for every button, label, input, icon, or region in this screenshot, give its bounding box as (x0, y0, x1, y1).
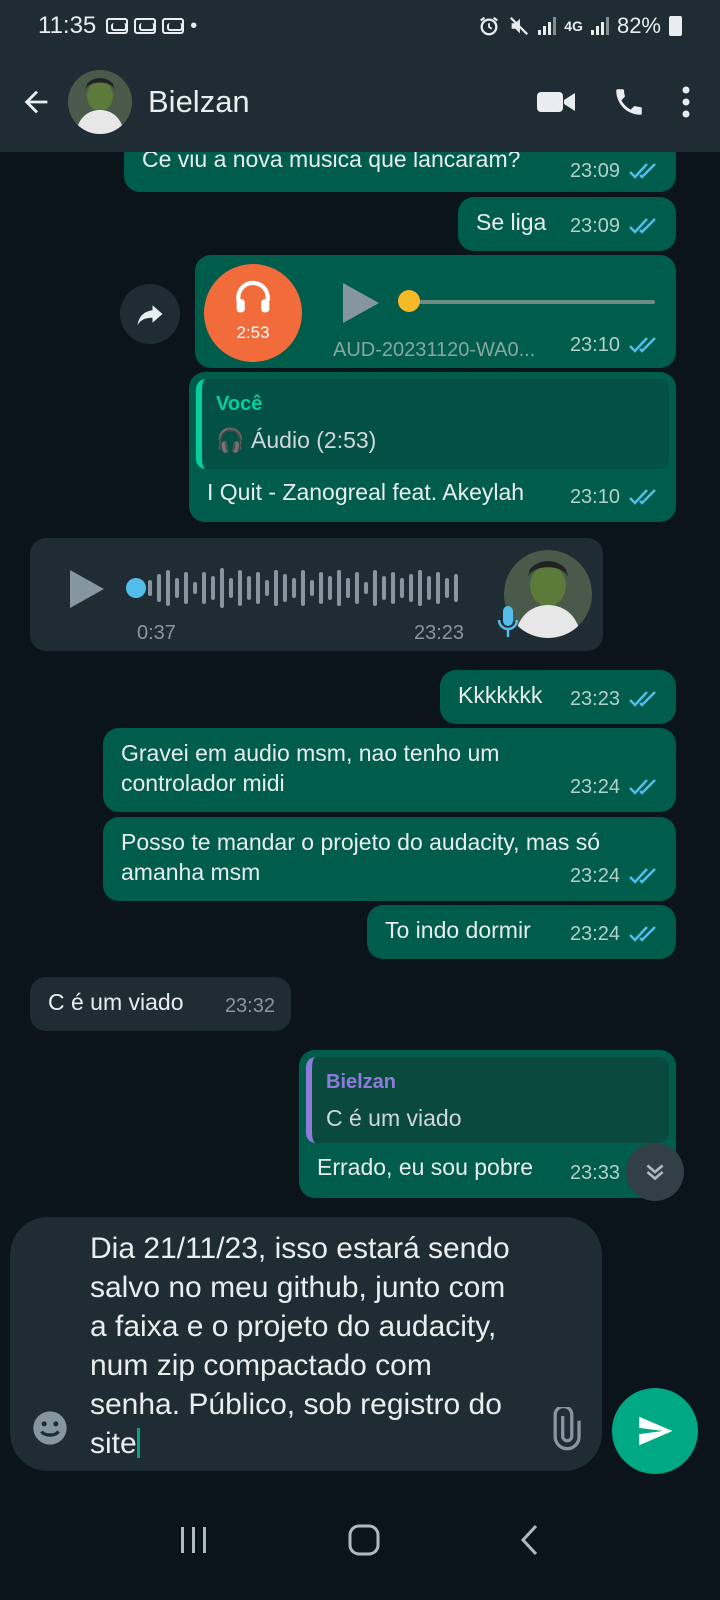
audio-duration: 2:53 (236, 323, 270, 342)
message-list[interactable]: Ce viu a nova musica que lancaram? 23:09… (0, 152, 720, 1222)
phone-icon[interactable] (612, 85, 646, 119)
message-outgoing[interactable]: Se liga 23:09 (458, 197, 676, 251)
double-check-icon (629, 163, 656, 179)
double-chevron-down-icon (646, 1164, 664, 1181)
message-time: 23:32 (224, 995, 275, 1017)
message-text: Gravei em audio msm, nao tenho um contro… (121, 740, 500, 796)
audio-filename: AUD-20231120-WA0... (333, 339, 536, 361)
home-icon[interactable] (347, 1523, 381, 1557)
quoted-message[interactable]: Bielzan C é um viado (306, 1057, 669, 1143)
audio-file-message[interactable]: 2:53 AUD-20231120-WA0... 23:10 (195, 255, 676, 368)
headphones-icon: 🎧 (216, 427, 245, 453)
mic-icon (497, 606, 519, 637)
message-outgoing[interactable]: Gravei em audio msm, nao tenho um contro… (103, 728, 676, 812)
message-composer[interactable]: Dia 21/11/23, isso estará sendo salvo no… (10, 1217, 602, 1471)
audio-progress-track[interactable] (405, 300, 655, 304)
message-time: 23:24 (569, 923, 620, 945)
audio-progress-knob[interactable] (398, 290, 420, 312)
scroll-to-bottom-button[interactable] (626, 1143, 684, 1201)
status-time: 11:35 (38, 12, 97, 39)
double-check-icon (629, 489, 656, 505)
message-time: 23:24 (569, 865, 620, 887)
message-time: 23:23 (569, 688, 620, 710)
double-check-icon (629, 337, 656, 353)
dot-icon: • (190, 14, 198, 37)
message-text: I Quit - Zanogreal feat. Akeylah (207, 479, 525, 505)
system-navigation-bar (0, 1480, 720, 1600)
status-bar: 11:35 • 4G 82% (0, 0, 720, 52)
message-time: 23:10 (569, 486, 620, 508)
message-outgoing[interactable]: Kkkkkkk 23:23 (440, 670, 676, 724)
message-time: 23:33 (569, 1162, 620, 1184)
quote-author: Você (216, 393, 263, 415)
headphones-icon (236, 280, 270, 313)
voice-progress-knob[interactable] (126, 578, 146, 598)
message-text: Ce viu a nova musica que lancaram? (142, 152, 521, 172)
message-outgoing[interactable]: To indo dormir 23:24 (367, 905, 676, 959)
recent-apps-icon[interactable] (178, 1525, 210, 1555)
message-outgoing[interactable]: Você 🎧 Áudio (2:53) I Quit - Zanogreal f… (189, 372, 676, 522)
voice-message-incoming[interactable]: 0:37 23:23 (30, 538, 603, 651)
quoted-message[interactable]: Você 🎧 Áudio (2:53) (196, 379, 669, 469)
message-text: Errado, eu sou pobre (317, 1154, 534, 1180)
battery-icon (669, 16, 682, 36)
double-check-icon (629, 218, 656, 234)
quote-text: C é um viado (326, 1105, 462, 1131)
message-incoming[interactable]: C é um viado 23:32 (30, 977, 291, 1031)
video-call-icon[interactable] (536, 87, 576, 117)
send-icon (639, 1416, 673, 1446)
quote-text: 🎧 Áudio (2:53) (216, 427, 377, 453)
message-text: Kkkkkkk (458, 682, 543, 708)
message-text: C é um viado (48, 989, 184, 1015)
message-time: 23:23 (414, 622, 465, 644)
mute-icon (510, 16, 529, 36)
attach-icon[interactable] (542, 1407, 586, 1451)
voicemail-icon (162, 18, 185, 34)
message-time: 23:09 (569, 160, 620, 182)
send-button[interactable] (612, 1388, 698, 1474)
quote-author: Bielzan (326, 1071, 397, 1093)
more-vert-icon[interactable] (682, 86, 690, 118)
message-input[interactable]: Dia 21/11/23, isso estará sendo salvo no… (90, 1229, 530, 1463)
message-text: Se liga (476, 209, 547, 235)
signal-icon (590, 17, 609, 35)
signal-icon (538, 17, 557, 35)
waveform[interactable] (146, 566, 468, 610)
double-check-icon (629, 868, 656, 884)
battery-level: 82% (616, 13, 661, 38)
contact-name[interactable]: Bielzan (148, 84, 250, 120)
chat-header: Bielzan (0, 52, 720, 152)
message-outgoing[interactable]: Ce viu a nova musica que lancaram? 23:09 (124, 152, 676, 192)
voicemail-icon (134, 18, 157, 34)
network-type: 4G (564, 18, 583, 34)
message-text: To indo dormir (385, 917, 531, 943)
message-time: 23:24 (569, 776, 620, 798)
message-time: 23:10 (569, 334, 620, 356)
double-check-icon (629, 926, 656, 942)
contact-avatar[interactable] (68, 70, 132, 134)
text-caret (136, 1428, 140, 1458)
forward-icon (137, 305, 163, 326)
back-nav-icon[interactable] (518, 1523, 542, 1557)
arrow-left-icon (24, 90, 48, 114)
message-time: 23:09 (569, 215, 620, 237)
double-check-icon (629, 779, 656, 795)
double-check-icon (629, 691, 656, 707)
voice-elapsed: 0:37 (137, 622, 176, 644)
voicemail-icon (106, 18, 129, 34)
emoji-icon[interactable] (30, 1408, 70, 1448)
audio-file-thumb: 2:53 (204, 264, 302, 362)
play-icon[interactable] (341, 281, 381, 325)
play-icon[interactable] (68, 568, 106, 610)
message-outgoing[interactable]: Posso te mandar o projeto do audacity, m… (103, 817, 676, 901)
back-button[interactable] (4, 70, 68, 134)
alarm-icon (480, 16, 499, 36)
forward-button[interactable] (120, 284, 180, 344)
message-outgoing[interactable]: Bielzan C é um viado Errado, eu sou pobr… (299, 1050, 676, 1198)
